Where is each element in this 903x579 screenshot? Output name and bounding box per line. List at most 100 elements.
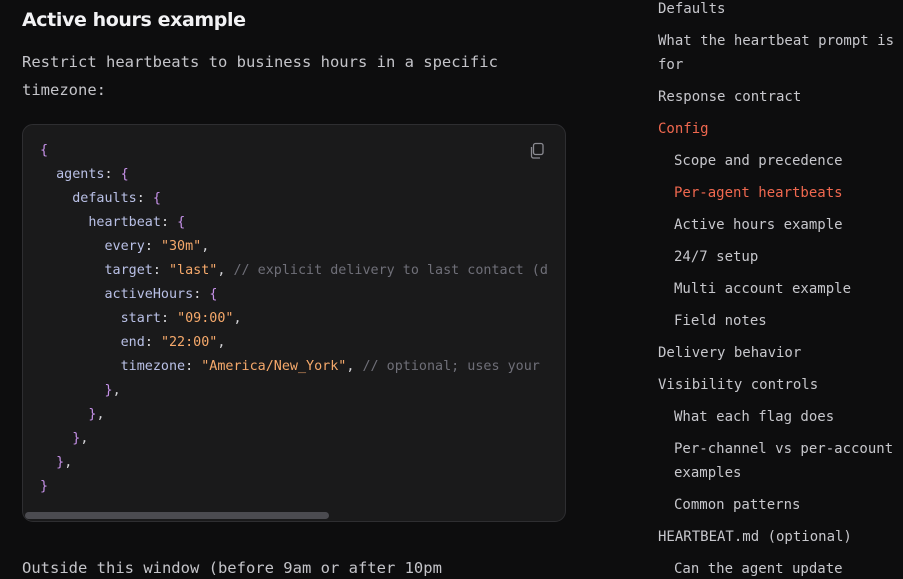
section-title: Active hours example — [22, 9, 246, 31]
toc-item-label: Visibility controls — [658, 377, 819, 393]
code-token: } — [56, 455, 65, 470]
toc-item-label: Delivery behavior — [658, 345, 802, 361]
code-token: : — [160, 311, 178, 326]
code-line: heartbeat: { — [40, 215, 185, 230]
toc-item-label: What the heartbeat prompt is — [658, 33, 895, 49]
toc-item-label: Config — [658, 121, 709, 137]
toc-item[interactable]: Delivery behavior — [658, 341, 801, 365]
code-token: { — [177, 215, 186, 230]
outro-paragraph: Outside this window (before 9am or after… — [22, 559, 442, 577]
toc-item-label: Scope and precedence — [674, 153, 843, 169]
code-token: : — [185, 359, 202, 374]
code-token: : — [160, 215, 178, 230]
intro-paragraph: Restrict heartbeats to business hours in… — [22, 53, 498, 99]
toc-item-label: Common patterns — [674, 497, 801, 513]
code-line: timezone: "America/New_York", // optiona… — [40, 359, 540, 374]
code-token: defaults — [72, 191, 137, 206]
code-token: { — [209, 287, 218, 302]
toc-item[interactable]: 24/7 setup — [674, 245, 758, 269]
code-block: { agents: { defaults: { heartbeat: { eve… — [22, 124, 566, 522]
code-token: "30m" — [160, 239, 202, 254]
code-token: : — [144, 335, 161, 350]
code-token: // optional; uses your — [362, 359, 540, 374]
code-token: target — [104, 263, 153, 278]
code-token: : — [104, 167, 121, 182]
code-token: "America/New_York" — [201, 359, 347, 374]
toc-item-label: 24/7 setup — [674, 249, 759, 265]
code-token: { — [120, 167, 129, 182]
toc-item-label-continued: for — [658, 57, 684, 73]
code-token: , — [112, 383, 121, 398]
toc-item[interactable]: HEARTBEAT.md (optional) — [658, 525, 852, 549]
code-line: }, — [40, 383, 121, 398]
toc-item-label: Multi account example — [674, 281, 852, 297]
code-line: activeHours: { — [40, 287, 218, 302]
code-line: start: "09:00", — [40, 311, 242, 326]
code-token: : — [136, 191, 153, 206]
toc-item[interactable]: Field notes — [674, 309, 767, 333]
code-token: heartbeat — [88, 215, 161, 230]
toc-item-label: Response contract — [658, 89, 802, 105]
code-token: } — [104, 383, 113, 398]
toc-item[interactable]: Multi account example — [674, 277, 851, 301]
code-line: end: "22:00", — [40, 335, 226, 350]
toc-item[interactable]: Response contract — [658, 85, 801, 109]
code-line: }, — [40, 407, 105, 422]
code-token: , — [233, 311, 242, 326]
code-line: } — [40, 479, 48, 494]
code-token: timezone — [120, 359, 186, 374]
code-line: defaults: { — [40, 191, 161, 206]
toc-item-label: Can the agent update — [674, 561, 843, 577]
toc-item-label-continued: examples — [674, 465, 742, 481]
toc-item[interactable]: Visibility controls — [658, 373, 818, 397]
code-token: , — [96, 407, 105, 422]
toc-item[interactable]: Per-channel vs per-account examples — [674, 437, 893, 485]
code-token: agents — [56, 167, 105, 182]
toc-item[interactable]: Can the agent update — [674, 557, 843, 579]
code-token: "09:00" — [177, 311, 234, 326]
toc-item-label: What each flag does — [674, 409, 835, 425]
toc-item-label: Field notes — [674, 313, 767, 329]
code-content: { agents: { defaults: { heartbeat: { eve… — [40, 139, 548, 499]
code-line: agents: { — [40, 167, 129, 182]
toc-item-label: Active hours example — [674, 217, 843, 233]
code-token: every — [104, 239, 145, 254]
code-token: activeHours — [104, 287, 194, 302]
code-token: : — [193, 287, 210, 302]
toc-item[interactable]: Per-agent heartbeats — [674, 181, 843, 205]
code-token: , — [201, 239, 210, 254]
code-token: "last" — [169, 263, 218, 278]
toc-item[interactable]: Scope and precedence — [674, 149, 843, 173]
code-token: } — [40, 479, 49, 494]
code-token: { — [152, 191, 161, 206]
code-line: { — [40, 143, 48, 158]
code-line: }, — [40, 455, 72, 470]
horizontal-scrollbar[interactable] — [23, 510, 565, 521]
toc-item[interactable]: Config — [658, 117, 709, 141]
toc-item-label: HEARTBEAT.md (optional) — [658, 529, 852, 545]
code-token: , — [80, 431, 89, 446]
code-line: every: "30m", — [40, 239, 210, 254]
toc-item-label: Defaults — [658, 1, 726, 17]
code-line: }, — [40, 431, 88, 446]
code-line: target: "last", // explicit delivery to … — [40, 263, 548, 278]
code-token: , — [217, 335, 226, 350]
code-token: , — [64, 455, 73, 470]
code-token: : — [144, 239, 161, 254]
toc-item[interactable]: Defaults — [658, 0, 725, 21]
toc-item[interactable]: What each flag does — [674, 405, 834, 429]
code-token: start — [120, 311, 161, 326]
code-token: "22:00" — [160, 335, 218, 350]
code-token: end — [120, 335, 145, 350]
code-token: { — [40, 143, 49, 158]
scrollbar-thumb[interactable] — [25, 512, 329, 519]
code-token: // explicit delivery to last contact (d — [233, 263, 548, 278]
toc-item[interactable]: Active hours example — [674, 213, 843, 237]
toc-item[interactable]: What the heartbeat prompt is for — [658, 29, 894, 77]
toc-item[interactable]: Common patterns — [674, 493, 800, 517]
code-token: , — [217, 263, 234, 278]
toc-item-label: Per-channel vs per-account — [674, 441, 894, 457]
code-token: , — [346, 359, 363, 374]
code-token: : — [152, 263, 169, 278]
toc-item-label: Per-agent heartbeats — [674, 185, 843, 201]
